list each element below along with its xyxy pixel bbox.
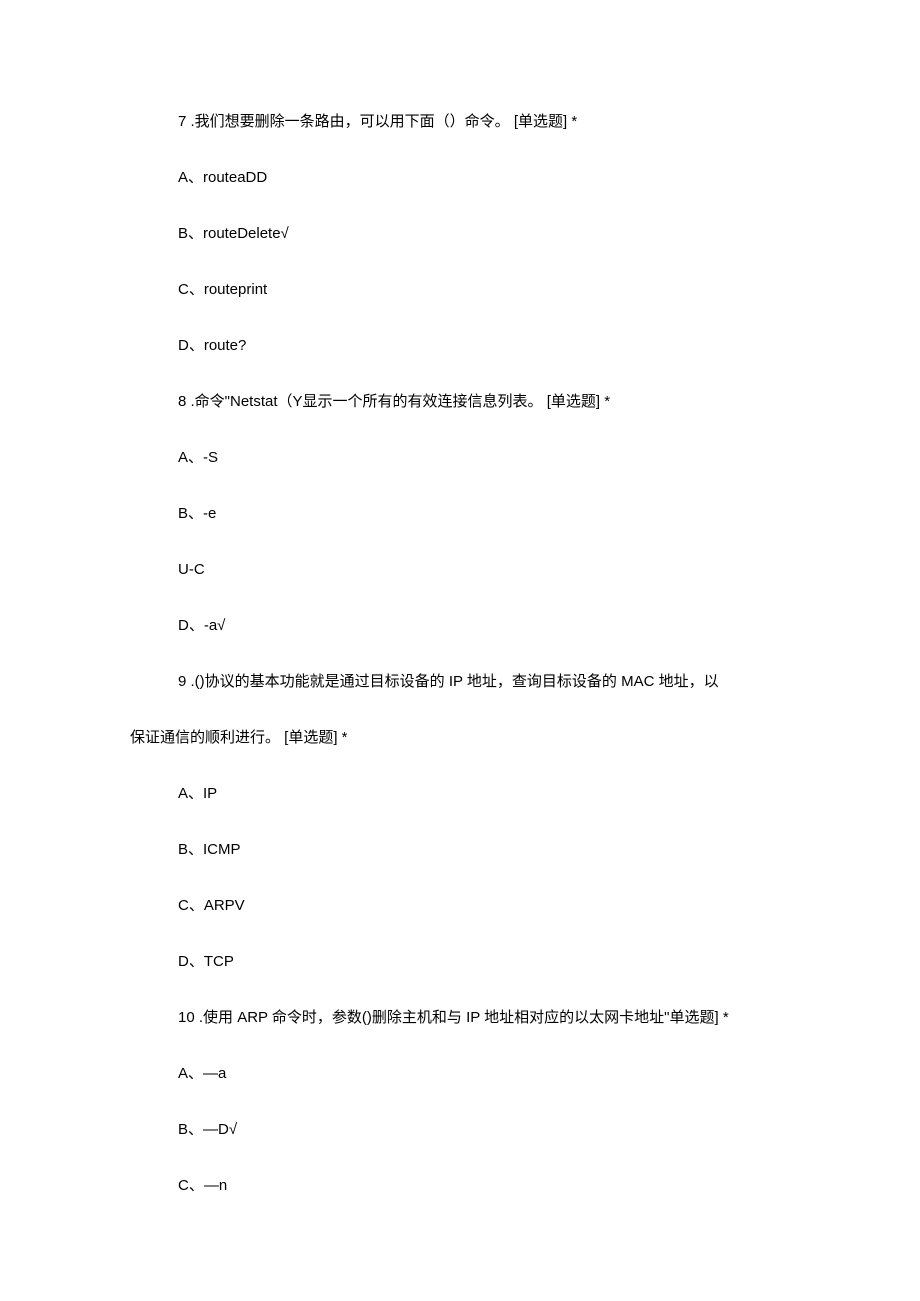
option-8-b: B、-e	[130, 502, 790, 526]
option-8-a: A、-S	[130, 446, 790, 470]
option-9-d: D、TCP	[130, 950, 790, 974]
question-text: .使用 ARP 命令时，参数()删除主机和与 IP 地址相对应的以太网卡地址"单…	[199, 1009, 729, 1026]
question-text: .()协议的基本功能就是通过目标设备的 IP 地址，查询目标设备的 MAC 地址…	[191, 673, 719, 690]
option-10-c: C、—n	[130, 1174, 790, 1198]
question-9-stem: 9 .()协议的基本功能就是通过目标设备的 IP 地址，查询目标设备的 MAC …	[130, 670, 790, 694]
option-10-b: B、—D√	[130, 1118, 790, 1142]
option-7-a: A、routeaDD	[130, 166, 790, 190]
option-9-b: B、ICMP	[130, 838, 790, 862]
question-8-stem: 8 .命令"Netstat（Y显示一个所有的有效连接信息列表。 [单选题] *	[130, 390, 790, 414]
question-9-stem-wrap: 保证通信的顺利进行。 [单选题] *	[130, 726, 790, 750]
question-number: 10	[178, 1009, 195, 1026]
option-10-a: A、—a	[130, 1062, 790, 1086]
question-number: 9	[178, 673, 186, 690]
question-text: .我们想要删除一条路由，可以用下面（）命令。 [单选题] *	[191, 113, 578, 130]
question-10-stem: 10 .使用 ARP 命令时，参数()删除主机和与 IP 地址相对应的以太网卡地…	[130, 1006, 790, 1030]
option-9-a: A、IP	[130, 782, 790, 806]
option-7-c: C、routeprint	[130, 278, 790, 302]
option-8-c: U-C	[130, 558, 790, 582]
document-page: 7 .我们想要删除一条路由，可以用下面（）命令。 [单选题] * A、route…	[0, 0, 920, 1290]
option-7-d: D、route?	[130, 334, 790, 358]
option-9-c: C、ARPV	[130, 894, 790, 918]
question-number: 8	[178, 393, 186, 410]
question-7-stem: 7 .我们想要删除一条路由，可以用下面（）命令。 [单选题] *	[130, 110, 790, 134]
option-8-d: D、-a√	[130, 614, 790, 638]
question-text: .命令"Netstat（Y显示一个所有的有效连接信息列表。 [单选题] *	[191, 393, 611, 410]
option-7-b: B、routeDelete√	[130, 222, 790, 246]
question-number: 7	[178, 113, 186, 130]
